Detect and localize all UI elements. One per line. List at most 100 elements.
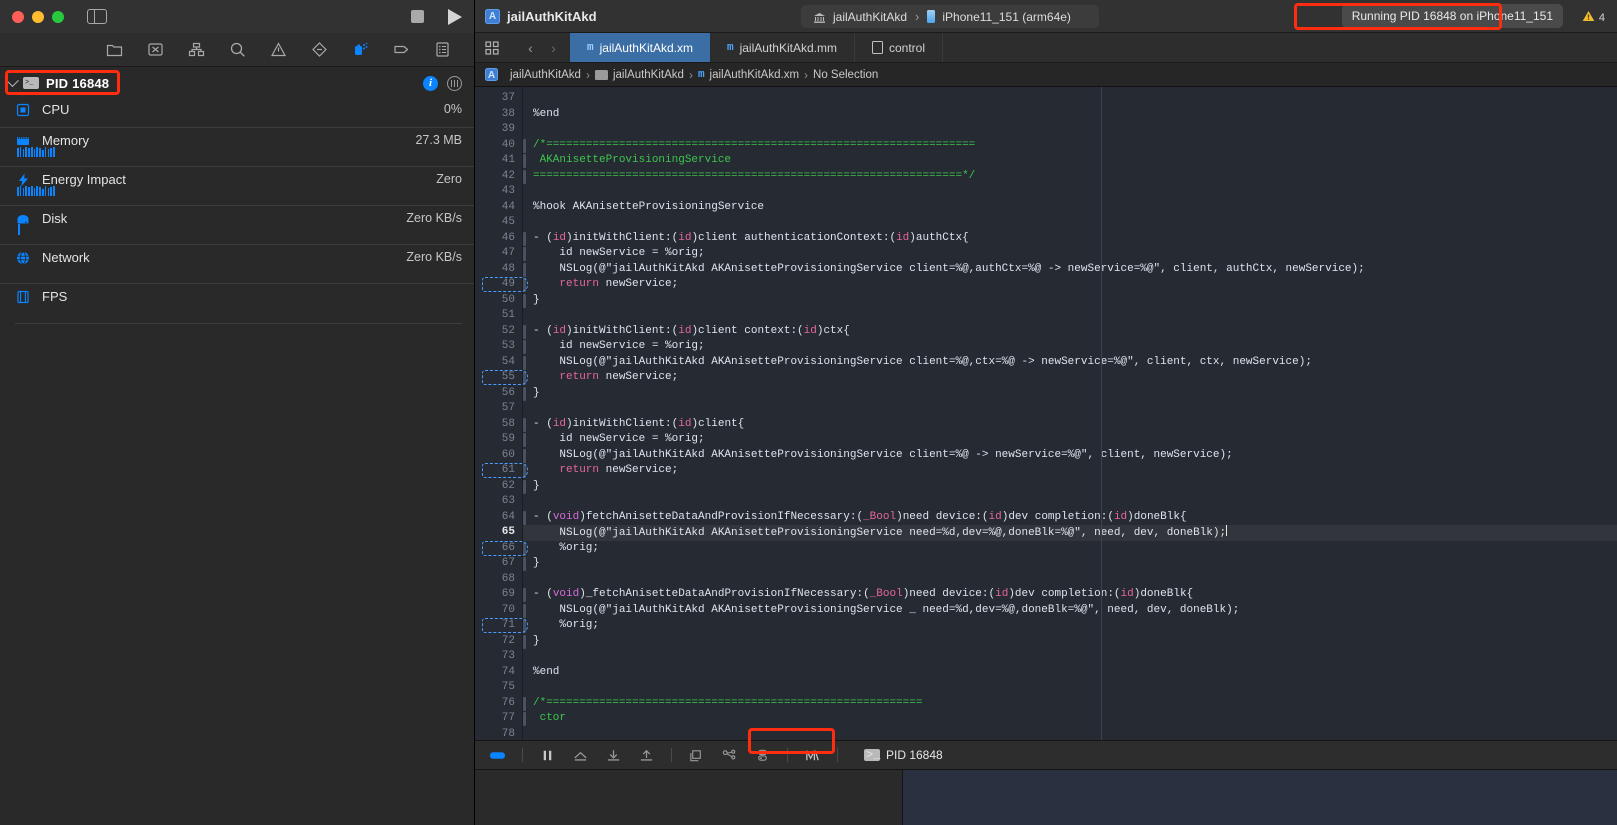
search-icon[interactable] xyxy=(229,41,246,58)
code-line-49[interactable]: return newService; xyxy=(523,277,1617,293)
code-line-60[interactable]: NSLog(@"jailAuthKitAkd AKAnisetteProvisi… xyxy=(523,448,1617,464)
code-line-69[interactable]: - (void)_fetchAnisetteDataAndProvisionIf… xyxy=(523,587,1617,603)
gauge-row-energy[interactable]: Energy Impact Zero xyxy=(0,166,474,197)
nav-back-button[interactable]: ‹ xyxy=(524,40,537,56)
nav-forward-button[interactable]: › xyxy=(547,40,560,56)
line-number-70[interactable]: 70 xyxy=(475,603,526,619)
code-line-52[interactable]: - (id)initWithClient:(id)client context:… xyxy=(523,324,1617,340)
hierarchy-icon[interactable] xyxy=(188,41,205,58)
line-number-59[interactable]: 59 xyxy=(475,432,526,448)
code-line-62[interactable]: } xyxy=(523,479,1617,495)
debug-process-chip[interactable]: >_ PID 16848 xyxy=(860,747,950,763)
line-number-72[interactable]: 72 xyxy=(475,634,526,650)
source-editor[interactable]: 37 38 39 40 41 42 43 44 45 46 47 48 49 50 51 52 53 54 55 56… xyxy=(475,87,1617,740)
line-number-73[interactable]: 73 xyxy=(475,649,522,665)
line-number-77[interactable]: 77 xyxy=(475,711,526,727)
gauge-row-memory[interactable]: Memory 27.3 MB xyxy=(0,127,474,158)
gauge-row-cpu[interactable]: CPU 0% xyxy=(0,97,474,127)
play-icon[interactable] xyxy=(448,8,462,25)
code-line-41[interactable]: AKAnisetteProvisioningService xyxy=(523,153,1617,169)
breadcrumb-item-0[interactable]: jailAuthKitAkd xyxy=(510,69,581,81)
line-number-40[interactable]: 40 xyxy=(475,138,526,154)
code-line-75[interactable] xyxy=(523,680,1617,696)
code-line-70[interactable]: NSLog(@"jailAuthKitAkd AKAnisetteProvisi… xyxy=(523,603,1617,619)
code-line-65[interactable]: NSLog(@"jailAuthKitAkd AKAnisetteProvisi… xyxy=(523,525,1617,541)
line-number-56[interactable]: 56 xyxy=(475,386,526,402)
line-number-43[interactable]: 43 xyxy=(475,184,522,200)
code-lines[interactable]: %end /*==================================… xyxy=(523,91,1617,740)
tab-jailauthkitakd-mm[interactable]: m jailAuthKitAkd.mm xyxy=(710,33,855,62)
folder-icon[interactable] xyxy=(106,41,123,58)
line-number-37[interactable]: 37 xyxy=(475,91,522,107)
gauge-row-network[interactable]: Network Zero KB/s xyxy=(0,244,474,275)
line-number-57[interactable]: 57 xyxy=(475,401,522,417)
breadcrumb-item-1[interactable]: jailAuthKitAkd xyxy=(613,69,684,81)
line-number-53[interactable]: 53 xyxy=(475,339,526,355)
code-line-42[interactable]: ========================================… xyxy=(523,169,1617,185)
stop-icon[interactable] xyxy=(411,10,424,23)
gauge-row-fps[interactable]: FPS xyxy=(0,283,474,314)
trace-icon[interactable] xyxy=(804,748,821,763)
breadcrumb-item-2[interactable]: jailAuthKitAkd.xm xyxy=(710,69,799,81)
code-line-53[interactable]: id newService = %orig; xyxy=(523,339,1617,355)
line-number-61[interactable]: 61 xyxy=(475,463,528,479)
code-line-58[interactable]: - (id)initWithClient:(id)client{ xyxy=(523,417,1617,433)
breakpoint-marker[interactable] xyxy=(482,277,528,292)
line-number-45[interactable]: 45 xyxy=(475,215,522,231)
code-line-50[interactable]: } xyxy=(523,293,1617,309)
line-number-78[interactable]: 78 xyxy=(475,727,522,741)
code-line-66[interactable]: %orig; xyxy=(523,541,1617,557)
traffic-lights[interactable] xyxy=(12,10,64,23)
code-line-55[interactable]: return newService; xyxy=(523,370,1617,386)
info-icon[interactable]: i xyxy=(423,75,438,91)
code-line-39[interactable] xyxy=(523,122,1617,138)
line-number-58[interactable]: 58 xyxy=(475,417,526,433)
code-line-63[interactable] xyxy=(523,494,1617,510)
line-number-48[interactable]: 48 xyxy=(475,262,526,278)
breakpoint-marker[interactable] xyxy=(482,370,528,385)
code-line-44[interactable]: %hook AKAnisetteProvisioningService xyxy=(523,200,1617,216)
code-line-43[interactable] xyxy=(523,184,1617,200)
warning-indicator[interactable]: 4 xyxy=(1582,9,1605,27)
line-number-42[interactable]: 42 xyxy=(475,169,526,185)
line-number-62[interactable]: 62 xyxy=(475,479,526,495)
line-number-54[interactable]: 54 xyxy=(475,355,526,371)
tab-grid-icon[interactable] xyxy=(485,40,499,55)
line-number-52[interactable]: 52 xyxy=(475,324,526,340)
line-number-41[interactable]: 41 xyxy=(475,153,526,169)
code-line-38[interactable]: %end xyxy=(523,107,1617,123)
code-line-51[interactable] xyxy=(523,308,1617,324)
line-number-68[interactable]: 68 xyxy=(475,572,522,588)
chevron-down-icon[interactable] xyxy=(6,73,19,87)
line-number-65[interactable]: 65 xyxy=(475,525,526,541)
code-line-67[interactable]: } xyxy=(523,556,1617,572)
code-line-37[interactable] xyxy=(523,91,1617,107)
test-diamond-icon[interactable] xyxy=(311,41,328,58)
line-number-74[interactable]: 74 xyxy=(475,665,522,681)
line-number-46[interactable]: 46 xyxy=(475,231,526,247)
breadcrumb-item-3[interactable]: No Selection xyxy=(813,69,878,81)
tab-jailauthkitakd-xm[interactable]: m jailAuthKitAkd.xm xyxy=(570,33,710,62)
breakpoint-marker[interactable] xyxy=(482,618,528,633)
code-line-45[interactable] xyxy=(523,215,1617,231)
console-output-view[interactable] xyxy=(903,770,1617,825)
step-out-icon[interactable] xyxy=(638,748,655,763)
line-number-66[interactable]: 66 xyxy=(475,540,528,557)
report-list-icon[interactable] xyxy=(434,41,451,58)
gauge-row-disk[interactable]: Disk Zero KB/s xyxy=(0,205,474,236)
code-line-74[interactable]: %end xyxy=(523,665,1617,681)
line-number-71[interactable]: 71 xyxy=(475,618,528,634)
line-number-63[interactable]: 63 xyxy=(475,494,522,510)
sidebar-toggle-icon[interactable] xyxy=(87,9,107,24)
code-line-54[interactable]: NSLog(@"jailAuthKitAkd AKAnisetteProvisi… xyxy=(523,355,1617,371)
line-number-38[interactable]: 38 xyxy=(475,107,522,123)
line-number-49[interactable]: 49 xyxy=(475,277,528,293)
tab-control[interactable]: control xyxy=(855,33,943,62)
code-line-72[interactable]: } xyxy=(523,634,1617,650)
memory-graph-icon[interactable] xyxy=(721,748,738,763)
scheme-destination-selector[interactable]: jailAuthKitAkd › iPhone11_151 (arm64e) xyxy=(801,5,1099,28)
issue-triangle-icon[interactable] xyxy=(270,41,287,58)
debug-gauge-icon[interactable] xyxy=(352,41,369,58)
code-line-40[interactable]: /*======================================… xyxy=(523,138,1617,154)
gauge-process-row[interactable]: >_ PID 16848 i xyxy=(0,69,474,97)
